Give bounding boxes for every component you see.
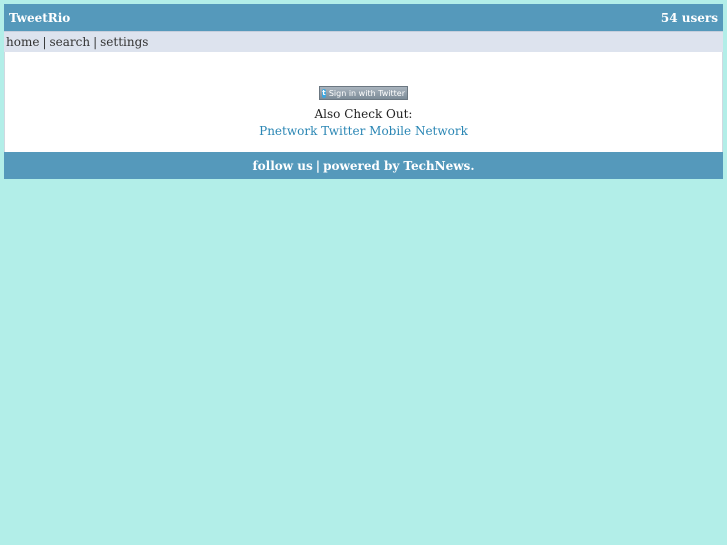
nav-home-link[interactable]: home [6, 35, 39, 49]
nav-separator: | [93, 35, 98, 49]
nav-bar: home | search | settings [4, 31, 723, 52]
nav-separator: | [42, 35, 47, 49]
nav-search-link[interactable]: search [49, 35, 90, 49]
page-frame: TweetRio 54 users home | search | settin… [4, 4, 723, 179]
sign-in-label: Sign in with Twitter [328, 88, 405, 98]
twitter-bird-icon: t [322, 88, 326, 98]
pnetwork-link[interactable]: Pnetwork Twitter Mobile Network [259, 124, 468, 138]
powered-by-text: powered by [323, 158, 400, 173]
user-count: 54 users [660, 10, 718, 25]
site-title[interactable]: TweetRio [9, 11, 70, 25]
follow-us-link[interactable]: follow us [252, 159, 312, 173]
sign-in-with-twitter-button[interactable]: t Sign in with Twitter [319, 86, 408, 100]
footer-bar: follow us | powered by TechNews . [4, 152, 723, 179]
footer-period: . [470, 158, 475, 173]
main-content: t Sign in with Twitter Also Check Out: P… [4, 52, 723, 152]
technews-link[interactable]: TechNews [403, 159, 470, 173]
top-bar: TweetRio 54 users [4, 4, 723, 31]
nav-settings-link[interactable]: settings [100, 35, 148, 49]
footer-separator: | [315, 158, 321, 173]
also-check-out-label: Also Check Out: [314, 107, 413, 121]
